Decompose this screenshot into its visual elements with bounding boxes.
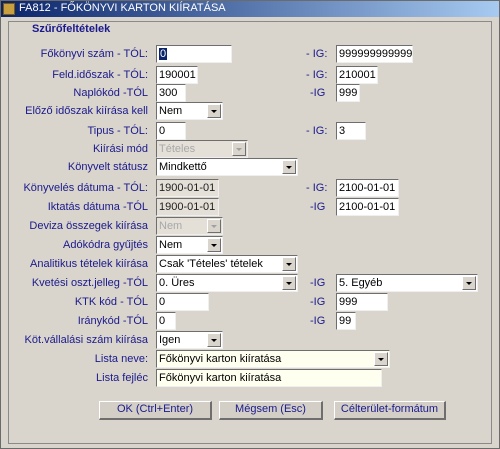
chevron-down-icon: [232, 142, 246, 156]
kvetesi-oszt-label: Kvetési oszt.jelleg -TÓL: [31, 277, 148, 289]
deviza-osszegek-value: Nem: [159, 220, 183, 232]
dialog-window: FA812 - FŐKÖNYVI KARTON KIÍRATÁSA Szűrőf…: [0, 0, 500, 449]
naplokod-label: Naplókód -TÓL: [73, 87, 148, 99]
adokodra-gyujtes-value: Nem: [159, 239, 183, 251]
konyvelt-statusz-value: Mindkettő: [159, 161, 207, 173]
ktk-kod-ig-label: -IG: [310, 296, 326, 308]
ktk-kod-label: KTK kód - TÓL: [74, 296, 148, 308]
elozo-idoszak-value: Nem: [159, 105, 183, 117]
target-format-button[interactable]: Célterület-formátum: [334, 401, 446, 420]
feld-idoszak-to-input[interactable]: 210001: [336, 66, 378, 84]
tipus-from-input[interactable]: 0: [156, 122, 186, 140]
naplokod-ig-label: -IG: [310, 87, 326, 99]
feld-idoszak-ig-label: - IG:: [306, 69, 328, 81]
chevron-down-icon[interactable]: [207, 238, 221, 252]
konyveles-datuma-from-input[interactable]: 1900-01-01: [156, 179, 219, 197]
section-title: Szűrőfeltételek: [32, 23, 111, 35]
iranykod-ig-label: -IG: [310, 315, 326, 327]
chevron-down-icon[interactable]: [207, 104, 221, 118]
chevron-down-icon[interactable]: [374, 352, 388, 366]
iktatas-datuma-label: Iktatás dátuma -TÓL: [47, 201, 148, 213]
app-icon: [3, 3, 15, 15]
chevron-down-icon[interactable]: [207, 333, 221, 347]
feld-idoszak-label: Feld.időszak - TÓL:: [52, 69, 148, 81]
ktk-kod-from-input[interactable]: 0: [156, 293, 209, 311]
tipus-to-input[interactable]: 3: [336, 122, 366, 140]
iranykod-to-input[interactable]: 99: [336, 312, 356, 330]
chevron-down-icon[interactable]: [282, 160, 296, 174]
kiirasi-mod-label: Kiírási mód: [92, 143, 148, 155]
iranykod-from-input[interactable]: 0: [156, 312, 176, 330]
ktk-kod-to-input[interactable]: 999: [336, 293, 388, 311]
lista-fejlec-label: Lista fejléc: [96, 372, 148, 384]
chevron-down-icon[interactable]: [282, 276, 296, 290]
kot-vallalasi-value: Igen: [159, 334, 181, 346]
tipus-label: Tipus - TÓL:: [87, 125, 148, 137]
fokonyvi-szam-label: Főkönyvi szám - TÓL:: [40, 48, 148, 60]
elozo-idoszak-select[interactable]: Nem: [156, 102, 223, 120]
kot-vallalasi-label: Köt.vállalási szám kiírása: [24, 334, 149, 346]
tipus-ig-label: - IG:: [306, 125, 328, 137]
iktatas-datuma-to-input[interactable]: 2100-01-01: [336, 198, 399, 216]
iktatas-datuma-from-input[interactable]: 1900-01-01: [156, 198, 219, 216]
kiirasi-mod-select: Tételes: [156, 140, 248, 158]
kvetesi-oszt-to-select[interactable]: 5. Egyéb: [336, 274, 478, 292]
kvetesi-oszt-ig-label: -IG: [310, 277, 326, 289]
kvetesi-oszt-from-select[interactable]: 0. Üres: [156, 274, 298, 292]
analitikus-tetelek-select[interactable]: Csak 'Tételes' tételek: [156, 255, 298, 273]
naplokod-to-input[interactable]: 999: [336, 84, 360, 102]
title-bar: FA812 - FŐKÖNYVI KARTON KIÍRATÁSA: [1, 1, 499, 17]
kot-vallalasi-select[interactable]: Igen: [156, 331, 223, 349]
deviza-osszegek-select: Nem: [156, 217, 223, 235]
lista-fejlec-input[interactable]: Főkönyvi karton kiíratása: [156, 369, 382, 387]
kvetesi-oszt-to-value: 5. Egyéb: [339, 277, 383, 289]
fokonyvi-szam-to-input[interactable]: 999999999999: [336, 45, 413, 63]
chevron-down-icon[interactable]: [282, 257, 296, 271]
lista-neve-label: Lista neve:: [94, 353, 148, 365]
analitikus-tetelek-value: Csak 'Tételes' tételek: [159, 258, 263, 270]
feld-idoszak-from-input[interactable]: 190001: [156, 66, 198, 84]
lista-neve-value: Főkönyvi karton kiíratása: [159, 353, 282, 365]
window-title: FA812 - FŐKÖNYVI KARTON KIÍRATÁSA: [19, 2, 226, 14]
fokonyvi-szam-from-input[interactable]: 0: [156, 45, 232, 63]
iranykod-label: Iránykód -TÓL: [77, 315, 148, 327]
analitikus-tetelek-label: Analitikus tételek kiírása: [30, 258, 148, 270]
konyveles-datuma-label: Könyvelés dátuma - TÓL:: [23, 182, 148, 194]
chevron-down-icon: [207, 219, 221, 233]
kiirasi-mod-value: Tételes: [159, 143, 196, 155]
kvetesi-oszt-from-value: 0. Üres: [159, 277, 195, 289]
fokonyvi-szam-from-value: 0: [159, 48, 168, 60]
fokonyvi-szam-ig-label: - IG:: [306, 48, 328, 60]
konyveles-datuma-to-input[interactable]: 2100-01-01: [336, 179, 399, 197]
deviza-osszegek-label: Deviza összegek kiírása: [29, 220, 148, 232]
konyveles-datuma-ig-label: - IG:: [306, 182, 328, 194]
cancel-button[interactable]: Mégsem (Esc): [219, 401, 323, 420]
konyvelt-statusz-label: Könyvelt státusz: [67, 161, 148, 173]
konyvelt-statusz-select[interactable]: Mindkettő: [156, 158, 298, 176]
adokodra-gyujtes-select[interactable]: Nem: [156, 236, 223, 254]
ok-button[interactable]: OK (Ctrl+Enter): [99, 401, 212, 420]
naplokod-from-input[interactable]: 300: [156, 84, 186, 102]
lista-neve-select[interactable]: Főkönyvi karton kiíratása: [156, 350, 390, 368]
adokodra-gyujtes-label: Adókódra gyűjtés: [63, 239, 148, 251]
chevron-down-icon[interactable]: [462, 276, 476, 290]
elozo-idoszak-label: Előző időszak kiírása kell: [25, 105, 148, 117]
iktatas-datuma-ig-label: -IG: [310, 201, 326, 213]
